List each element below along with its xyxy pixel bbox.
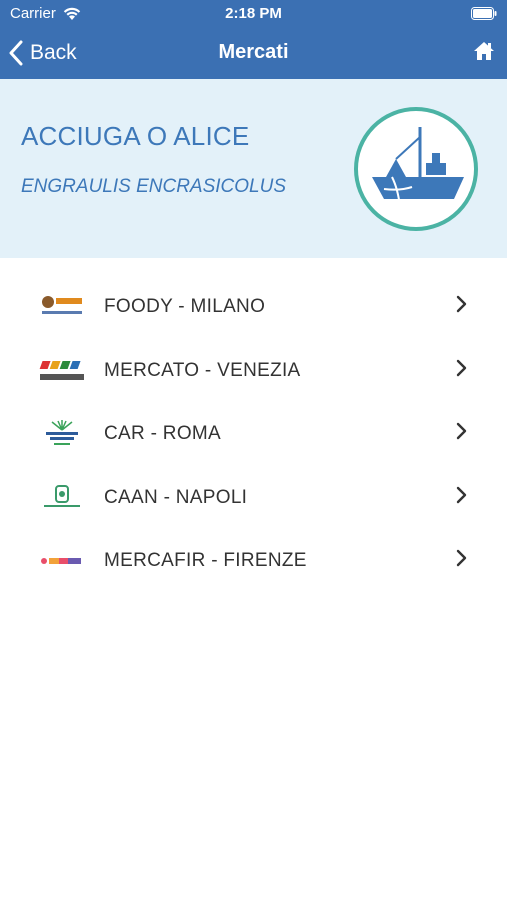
market-label: MERCAFIR - FIRENZE	[104, 550, 307, 571]
market-label: CAAN - NAPOLI	[104, 486, 248, 508]
foody-logo	[42, 296, 82, 314]
market-row-roma[interactable]: CAR - ROMA	[0, 402, 507, 466]
species-header: ACCIUGA O ALICE ENGRAULIS ENCRASICOLUS	[0, 79, 507, 258]
mercafir-logo	[41, 558, 81, 564]
markets-list: FOODY - MILANO MERCATO - VENEZIA CAR - R…	[0, 275, 507, 593]
status-bar: Carrier 2:18 PM	[0, 0, 507, 28]
top-bar: Carrier 2:18 PM Back Mercati	[0, 0, 507, 79]
market-row-firenze[interactable]: MERCAFIR - FIRENZE	[0, 529, 507, 593]
market-row-foody[interactable]: FOODY - MILANO	[0, 275, 507, 339]
market-label: CAR - ROMA	[104, 423, 221, 444]
chevron-right-icon	[456, 549, 467, 567]
species-common-name: ACCIUGA O ALICE	[21, 121, 250, 151]
market-row-venezia[interactable]: MERCATO - VENEZIA	[0, 339, 507, 403]
market-row-napoli[interactable]: CAAN - NAPOLI	[0, 466, 507, 530]
chevron-right-icon	[456, 422, 467, 440]
chevron-right-icon	[456, 359, 467, 376]
veritas-logo	[39, 360, 84, 380]
navigation-bar: Back Mercati	[0, 28, 507, 79]
caan-logo	[44, 484, 80, 507]
chevron-right-icon	[456, 486, 467, 503]
market-label: FOODY - MILANO	[104, 296, 266, 317]
status-time: 2:18 PM	[225, 5, 282, 22]
battery-icon	[471, 7, 497, 20]
species-latin-name: ENGRAULIS ENCRASICOLUS	[21, 176, 287, 197]
page-title: Mercati	[218, 41, 289, 63]
fishing-boat-icon	[354, 107, 478, 231]
home-icon[interactable]	[473, 40, 495, 62]
chevron-right-icon	[456, 295, 467, 313]
market-label: MERCATO - VENEZIA	[104, 359, 301, 381]
car-roma-logo	[46, 420, 78, 445]
